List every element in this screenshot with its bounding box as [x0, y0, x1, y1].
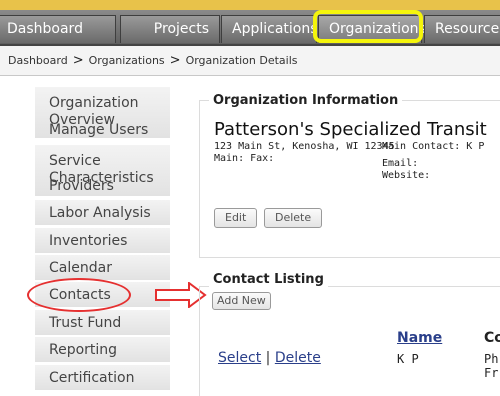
sidebar-item-trust-fund[interactable]: Trust Fund: [35, 310, 170, 336]
contact-row: Select | Delete: [218, 350, 321, 366]
breadcrumb-separator: >: [169, 53, 181, 68]
org-info-legend: Organization Information: [209, 93, 403, 108]
org-main-contact: Main Contact: K P: [382, 141, 485, 152]
main-nav: Dashboard Projects Applications Organiza…: [0, 10, 500, 46]
org-name: Patterson's Specialized Transit: [214, 119, 487, 140]
breadcrumb-separator: >: [72, 53, 84, 68]
tab-label: Organizations: [329, 21, 426, 37]
contact-col3-cell: Ph: [484, 352, 499, 366]
tab-label: Resource: [435, 21, 500, 37]
tab-organizations[interactable]: Organizations: [318, 15, 426, 43]
sidebar-item-label: Reporting: [49, 342, 118, 358]
link-separator: |: [265, 350, 271, 366]
sidebar-item-label: Labor Analysis: [49, 205, 151, 221]
column-header-co: Co: [484, 330, 500, 346]
org-email: Email:: [382, 158, 419, 169]
tab-projects[interactable]: Projects: [120, 15, 220, 43]
sidebar-item-label: Calendar: [49, 260, 112, 276]
tab-label: Dashboard: [7, 21, 83, 37]
sidebar-item-labor-analysis[interactable]: Labor Analysis: [35, 200, 170, 226]
sidebar-item-providers[interactable]: Providers: [35, 173, 170, 199]
org-address: 123 Main St, Kenosha, WI 12345: [214, 141, 395, 152]
org-website: Website:: [382, 170, 431, 181]
tab-dashboard[interactable]: Dashboard: [0, 15, 116, 43]
sidebar-item-label: Providers: [49, 178, 114, 194]
sidebar-item-label: Certification: [49, 370, 135, 386]
sidebar-item-label: Contacts: [49, 287, 111, 303]
tab-label: Projects: [153, 21, 209, 37]
sidebar-item-reporting[interactable]: Reporting: [35, 337, 170, 363]
breadcrumb-organizations[interactable]: Organizations: [89, 54, 165, 67]
edit-button[interactable]: Edit: [214, 208, 258, 228]
tab-resource[interactable]: Resource: [424, 15, 500, 43]
sidebar-item-label: Inventories: [49, 233, 128, 249]
delete-link[interactable]: Delete: [275, 350, 321, 366]
contact-name-cell: K P: [397, 352, 419, 366]
breadcrumb: Dashboard > Organizations > Organization Det…: [0, 46, 500, 76]
delete-button[interactable]: Delete: [264, 208, 323, 228]
sidebar-item-calendar[interactable]: Calendar: [35, 255, 170, 281]
top-accent-strip: [0, 0, 500, 10]
tab-label: Applications: [232, 21, 318, 37]
sidebar-item-contacts[interactable]: Contacts: [35, 282, 170, 308]
tab-applications[interactable]: Applications: [221, 15, 318, 43]
contact-col3-cell-line2: Fr: [484, 366, 499, 380]
sidebar-item-manage-users[interactable]: Manage Users: [35, 117, 170, 143]
select-link[interactable]: Select: [218, 350, 261, 366]
contact-listing-legend: Contact Listing: [209, 272, 328, 287]
sidebar-item-inventories[interactable]: Inventories: [35, 228, 170, 254]
sidebar-item-label: Trust Fund: [49, 315, 122, 331]
breadcrumb-dashboard[interactable]: Dashboard: [8, 54, 68, 67]
org-main-fax: Main: Fax:: [214, 153, 275, 164]
add-new-button[interactable]: Add New: [212, 292, 271, 310]
breadcrumb-organization-details: Organization Details: [185, 54, 298, 67]
column-header-name[interactable]: Name: [397, 330, 442, 346]
sidebar-item-label: Manage Users: [49, 122, 149, 138]
sidebar-item-certification[interactable]: Certification: [35, 365, 170, 391]
